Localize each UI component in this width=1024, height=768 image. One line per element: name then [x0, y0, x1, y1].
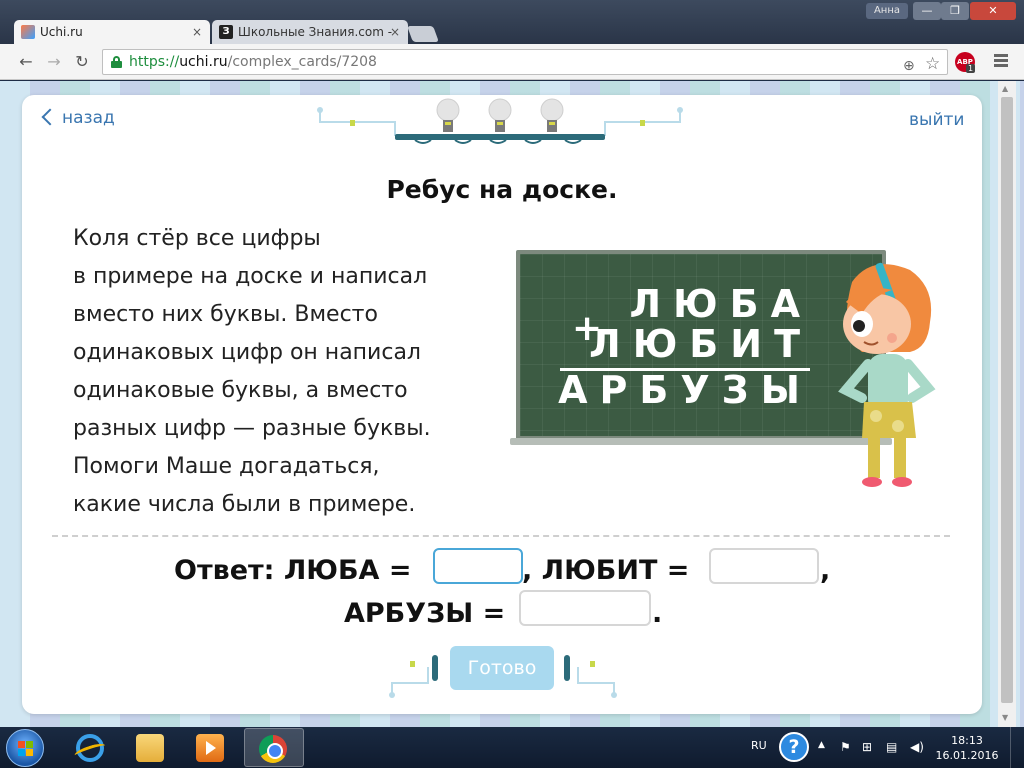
show-desktop-button[interactable] — [1010, 727, 1024, 768]
bulb-icon — [540, 98, 564, 132]
answer-input-arbuzy[interactable] — [519, 590, 651, 626]
url-scheme: https:// — [129, 54, 180, 70]
user-profile-badge[interactable]: Анна — [866, 3, 908, 19]
scroll-down-icon[interactable]: ▼ — [1002, 713, 1008, 722]
taskbar-media-player[interactable] — [182, 728, 238, 767]
button-circuit-right — [564, 655, 617, 698]
maximize-button[interactable]: ❐ — [941, 2, 969, 20]
exit-link[interactable]: выйти — [909, 110, 964, 130]
task-line: Коля стёр все цифры — [73, 226, 321, 251]
answer-period: . — [652, 598, 663, 629]
action-center-flag-icon[interactable]: ⚑ — [840, 740, 851, 754]
bulb-icon — [436, 98, 460, 132]
windows-logo-icon — [18, 741, 34, 757]
answer-comma: , — [820, 555, 831, 586]
section-divider — [52, 535, 950, 537]
tab-close-icon[interactable]: × — [390, 20, 400, 45]
media-player-icon — [196, 734, 224, 762]
folder-icon — [136, 734, 164, 762]
task-description: Коля стёр все цифры в примере на доске и… — [73, 220, 493, 524]
progress-bulbs-circuit — [317, 98, 683, 144]
task-line: вместо них буквы. Вместо — [73, 302, 378, 327]
volume-icon[interactable]: ◀) — [910, 740, 924, 754]
answer-label-3: АРБУЗЫ = — [344, 598, 506, 629]
network-icon[interactable]: ▤ — [886, 740, 897, 754]
url-host: uchi.ru — [179, 54, 228, 70]
tab-close-icon[interactable]: × — [192, 20, 202, 45]
uchi-favicon-icon — [21, 25, 35, 39]
taskbar-chrome[interactable] — [244, 728, 304, 767]
adblock-count-badge: 1 — [966, 64, 976, 73]
close-window-button[interactable]: ✕ — [970, 2, 1016, 20]
chrome-icon — [259, 735, 287, 763]
language-indicator[interactable]: RU — [751, 739, 767, 752]
answer-label-2: , ЛЮБИТ = — [522, 555, 690, 586]
task-line: в примере на доске и написал — [73, 264, 428, 289]
tab-uchi[interactable]: Uchi.ru × — [14, 20, 210, 45]
task-line: разных цифр — разные буквы. — [73, 416, 431, 441]
windows-tray-icon[interactable]: ⊞ — [862, 740, 872, 754]
clock-date: 16.01.2016 — [935, 749, 999, 762]
back-label: назад — [62, 108, 115, 128]
tab-label: Uchi.ru — [40, 25, 83, 39]
answer-label-1: Ответ: ЛЮБА = — [174, 555, 412, 586]
tab-znania[interactable]: З Школьные Знания.com - × — [212, 20, 408, 45]
address-bar[interactable]: https://uchi.ru/complex_cards/7208 ⊕ ☆ — [102, 49, 948, 75]
button-circuit-left — [389, 655, 438, 698]
internet-explorer-icon — [76, 734, 104, 762]
board-addend-1: ЛЮБА — [629, 282, 812, 326]
task-line: одинаковых цифр он написал — [73, 340, 421, 365]
reload-icon[interactable]: ↻ — [72, 52, 92, 72]
bookmark-star-icon[interactable]: ☆ — [925, 52, 940, 76]
chalkboard: ЛЮБА + ЛЮБИТ АРБУЗЫ — [510, 250, 892, 445]
windows-taskbar: RU ? ▲ ⚑ ⊞ ▤ ◀) 18:13 16.01.2016 — [0, 727, 1024, 768]
scroll-up-icon[interactable]: ▲ — [1002, 84, 1008, 93]
task-line: Помоги Маше догадаться, — [73, 454, 380, 479]
taskbar-ie[interactable] — [62, 728, 118, 767]
system-clock[interactable]: 18:13 16.01.2016 — [932, 733, 1002, 763]
task-title: Ребус на доске. — [386, 175, 618, 204]
tab-label: Школьные Знания.com - — [238, 25, 393, 39]
task-line: одинаковые буквы, а вместо — [73, 378, 408, 403]
url-path: /complex_cards/7208 — [227, 54, 377, 70]
browser-toolbar: ← → ↻ https://uchi.ru/complex_cards/7208… — [0, 44, 1024, 80]
start-button[interactable] — [6, 729, 44, 767]
new-tab-button[interactable] — [407, 26, 439, 42]
ready-button[interactable]: Готово — [450, 646, 554, 690]
znania-favicon-icon: З — [219, 25, 233, 39]
board-sum: АРБУЗЫ — [558, 368, 812, 412]
lock-icon — [111, 56, 122, 68]
girl-character-illustration — [838, 262, 936, 487]
taskbar-explorer[interactable] — [122, 728, 178, 767]
bulb-icon — [488, 98, 512, 132]
board-addend-2: ЛЮБИТ — [589, 322, 812, 366]
zoom-icon[interactable]: ⊕ — [903, 54, 915, 78]
forward-arrow-icon[interactable]: → — [44, 52, 64, 72]
answer-input-luba[interactable] — [433, 548, 523, 584]
clock-time: 18:13 — [951, 734, 983, 747]
task-line: какие числа были в примере. — [73, 492, 416, 517]
browser-menu-icon[interactable] — [994, 54, 1008, 68]
answer-input-lyubit[interactable] — [709, 548, 819, 584]
browser-titlebar: Uchi.ru × З Школьные Знания.com - × Анна… — [0, 0, 1024, 45]
back-arrow-icon[interactable]: ← — [16, 52, 36, 72]
tray-expand-icon[interactable]: ▲ — [818, 740, 825, 750]
help-icon[interactable]: ? — [779, 732, 809, 762]
minimize-button[interactable]: — — [913, 2, 941, 20]
